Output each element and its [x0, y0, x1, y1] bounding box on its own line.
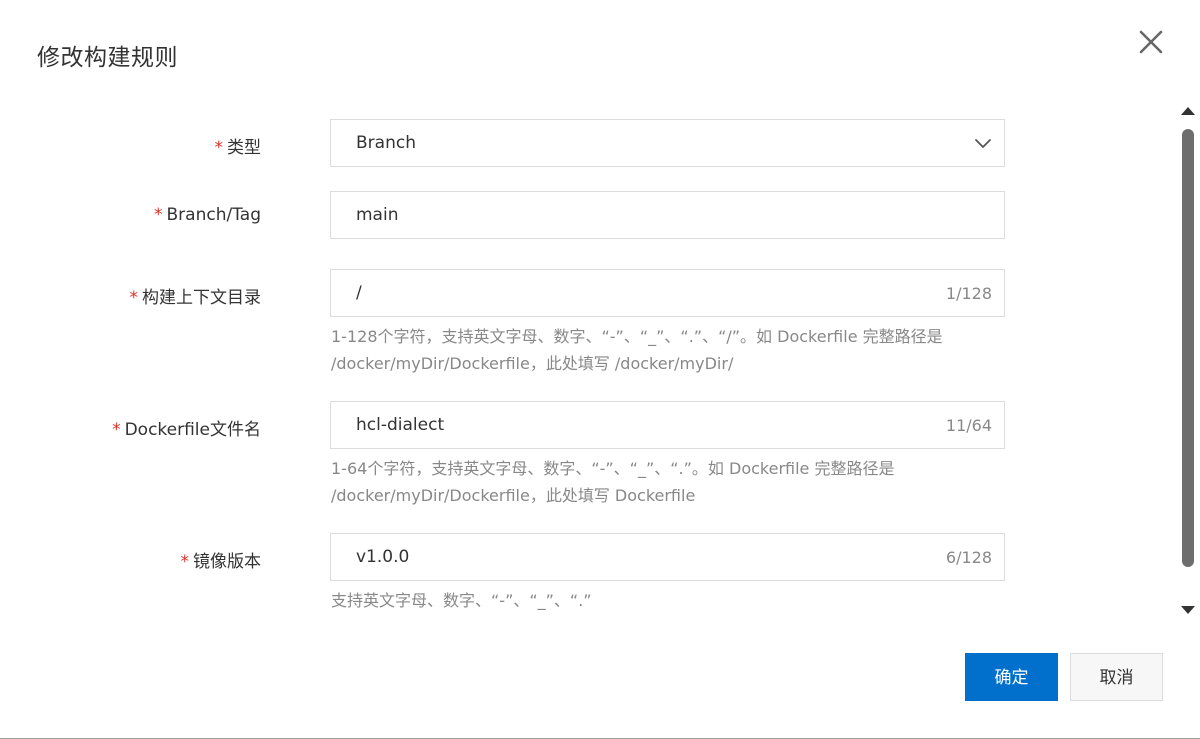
type-label: * 类型 — [0, 133, 262, 158]
confirm-button[interactable]: 确定 — [965, 653, 1058, 701]
context-dir-counter: 1/128 — [945, 284, 992, 303]
form-area: * 类型 Branch * Branch/Tag main * 构建上下文目录 / 1… — [0, 100, 1176, 630]
context-dir-input[interactable]: / 1/128 — [330, 269, 1005, 317]
context-dir-label: * 构建上下文目录 — [0, 283, 262, 308]
branch-tag-input-value: main — [356, 205, 399, 225]
cancel-button[interactable]: 取消 — [1070, 653, 1163, 701]
context-dir-label-text: 构建上下文目录 — [142, 288, 261, 308]
scroll-up-arrow-icon[interactable] — [1181, 107, 1195, 115]
context-dir-hint-line2: /docker/myDir/Dockerfile，此处填写 /docker/my… — [331, 354, 734, 373]
scroll-thumb[interactable] — [1182, 129, 1194, 567]
image-version-label: * 镜像版本 — [0, 547, 262, 572]
edit-build-rule-dialog: 修改构建规则 * 类型 Branch * Branch/Tag main * 构建上下… — [0, 0, 1200, 739]
required-mark: * — [129, 288, 139, 308]
close-button[interactable] — [1137, 28, 1165, 56]
image-version-counter: 6/128 — [945, 548, 992, 567]
required-mark: * — [154, 205, 163, 225]
dockerfile-name-label-text: Dockerfile文件名 — [124, 420, 261, 440]
image-version-input-value: v1.0.0 — [356, 547, 410, 567]
required-mark: * — [112, 420, 121, 440]
image-version-input[interactable]: v1.0.0 6/128 — [330, 533, 1005, 581]
dialog-title: 修改构建规则 — [37, 45, 178, 71]
type-select[interactable]: Branch — [330, 119, 1005, 167]
dockerfile-name-hint-line2: /docker/myDir/Dockerfile，此处填写 Dockerfile — [331, 486, 696, 505]
dockerfile-name-input-value: hcl-dialect — [356, 415, 445, 435]
dockerfile-name-counter: 11/64 — [945, 416, 992, 435]
form-scrollbar[interactable] — [1178, 104, 1198, 619]
dockerfile-name-label: * Dockerfile文件名 — [0, 415, 261, 440]
type-label-text: 类型 — [227, 138, 261, 158]
required-mark: * — [180, 552, 190, 572]
context-dir-hint-line1: 1-128个字符，支持英文字母、数字、“-”、“_”、“.”、“/”。如 Doc… — [331, 327, 943, 346]
image-version-hint: 支持英文字母、数字、“-”、“_”、“.” — [331, 591, 592, 610]
dockerfile-name-input[interactable]: hcl-dialect 11/64 — [330, 401, 1005, 449]
branch-tag-label: * Branch/Tag — [0, 205, 261, 225]
dockerfile-name-hint-line1: 1-64个字符，支持英文字母、数字、“-”、“_”、“.”。如 Dockerfi… — [331, 459, 895, 478]
branch-tag-input[interactable]: main — [330, 191, 1005, 239]
image-version-label-text: 镜像版本 — [193, 552, 261, 572]
branch-tag-label-text: Branch/Tag — [166, 205, 261, 225]
chevron-down-icon — [975, 139, 991, 148]
close-icon — [1139, 30, 1163, 54]
required-mark: * — [214, 138, 224, 158]
context-dir-input-value: / — [356, 283, 362, 303]
scroll-down-arrow-icon[interactable] — [1181, 606, 1195, 614]
type-select-value: Branch — [356, 133, 416, 153]
